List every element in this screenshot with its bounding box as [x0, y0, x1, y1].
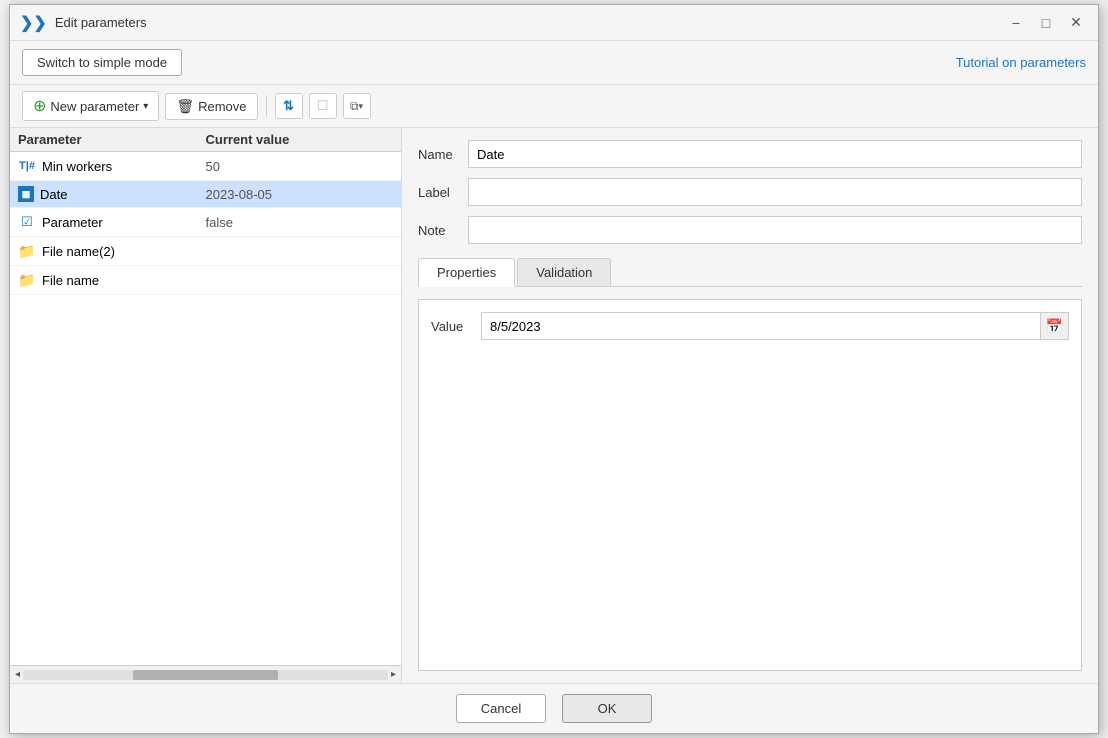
tabs-bar: Properties Validation: [418, 258, 1082, 287]
param-value: false: [206, 215, 394, 230]
table-row[interactable]: ☑ Parameter false: [10, 208, 401, 237]
toolbar-separator: [266, 95, 267, 117]
remove-button[interactable]: 🗑 Remove: [165, 93, 257, 120]
close-button[interactable]: ✕: [1064, 11, 1088, 35]
folder-icon: 📁: [18, 271, 36, 289]
value-input-wrap: 📅: [481, 312, 1069, 340]
remove-icon: 🗑: [176, 98, 194, 115]
label-input[interactable]: [468, 178, 1082, 206]
copy-button[interactable]: ⧉ ▾: [343, 93, 371, 119]
param-name: File name(2): [42, 244, 115, 259]
col-current-value: Current value: [206, 132, 394, 147]
value-label: Value: [431, 319, 471, 334]
clear-icon: ☐: [317, 98, 329, 114]
switch-simple-button[interactable]: Switch to simple mode: [22, 49, 182, 76]
table-row[interactable]: 📁 File name: [10, 266, 401, 295]
copy-icon: ⧉: [350, 99, 359, 114]
right-panel: Name Label Note Properties Validation: [402, 128, 1098, 683]
note-input[interactable]: [468, 216, 1082, 244]
param-name: Date: [40, 187, 67, 202]
name-input[interactable]: [468, 140, 1082, 168]
note-field-row: Note: [418, 216, 1082, 244]
label-field-row: Label: [418, 178, 1082, 206]
name-label: Name: [418, 147, 468, 162]
value-input[interactable]: [482, 313, 1040, 339]
dialog-title: Edit parameters: [55, 15, 147, 30]
scroll-left-arrow[interactable]: ◂: [12, 669, 23, 680]
properties-content: Value 📅: [418, 299, 1082, 671]
main-content: Parameter Current value T|# Min workers …: [10, 128, 1098, 683]
col-parameter: Parameter: [18, 132, 206, 147]
bottom-bar: Cancel OK: [10, 683, 1098, 733]
table-row[interactable]: 📁 File name(2): [10, 237, 401, 266]
maximize-button[interactable]: □: [1034, 11, 1058, 35]
tutorial-link[interactable]: Tutorial on parameters: [956, 55, 1086, 70]
tab-validation[interactable]: Validation: [517, 258, 611, 286]
param-value: 2023-08-05: [206, 187, 394, 202]
integer-icon: T|#: [18, 157, 36, 175]
cancel-button[interactable]: Cancel: [456, 694, 546, 723]
new-parameter-button[interactable]: ⊕ New parameter ▾: [22, 91, 159, 121]
horizontal-scrollbar[interactable]: ◂ ▸: [10, 665, 401, 683]
dropdown-arrow-icon: ▾: [143, 101, 148, 112]
copy-dropdown-icon: ▾: [359, 101, 364, 112]
action-toolbar: ⊕ New parameter ▾ 🗑 Remove ⇅ ☐ ⧉ ▾: [10, 85, 1098, 128]
note-label: Note: [418, 223, 468, 238]
tab-properties[interactable]: Properties: [418, 258, 515, 287]
ok-button[interactable]: OK: [562, 694, 652, 723]
clear-button[interactable]: ☐: [309, 93, 337, 119]
param-name: Min workers: [42, 159, 112, 174]
left-panel: Parameter Current value T|# Min workers …: [10, 128, 402, 683]
titlebar: ❯❯ Edit parameters − □ ✕: [10, 5, 1098, 41]
folder-icon: 📁: [18, 242, 36, 260]
param-table-header: Parameter Current value: [10, 128, 401, 152]
name-field-row: Name: [418, 140, 1082, 168]
table-row[interactable]: ▦ Date 2023-08-05: [10, 181, 401, 208]
minimize-button[interactable]: −: [1004, 11, 1028, 35]
sort-icon: ⇅: [283, 98, 294, 114]
app-icon: ❯❯: [20, 13, 47, 33]
scroll-thumb[interactable]: [133, 670, 279, 680]
top-toolbar: Switch to simple mode Tutorial on parame…: [10, 41, 1098, 85]
date-icon: ▦: [18, 186, 34, 202]
bool-icon: ☑: [18, 213, 36, 231]
sort-button[interactable]: ⇅: [275, 93, 303, 119]
param-name: File name: [42, 273, 99, 288]
scroll-right-arrow[interactable]: ▸: [388, 669, 399, 680]
param-list: T|# Min workers 50 ▦ Date 2023-08-05 ☑: [10, 152, 401, 665]
label-label: Label: [418, 185, 468, 200]
calendar-button[interactable]: 📅: [1040, 313, 1068, 339]
value-row: Value 📅: [431, 312, 1069, 340]
param-value: 50: [206, 159, 394, 174]
param-name: Parameter: [42, 215, 103, 230]
scroll-track[interactable]: [23, 670, 388, 680]
table-row[interactable]: T|# Min workers 50: [10, 152, 401, 181]
plus-circle-icon: ⊕: [33, 96, 46, 116]
